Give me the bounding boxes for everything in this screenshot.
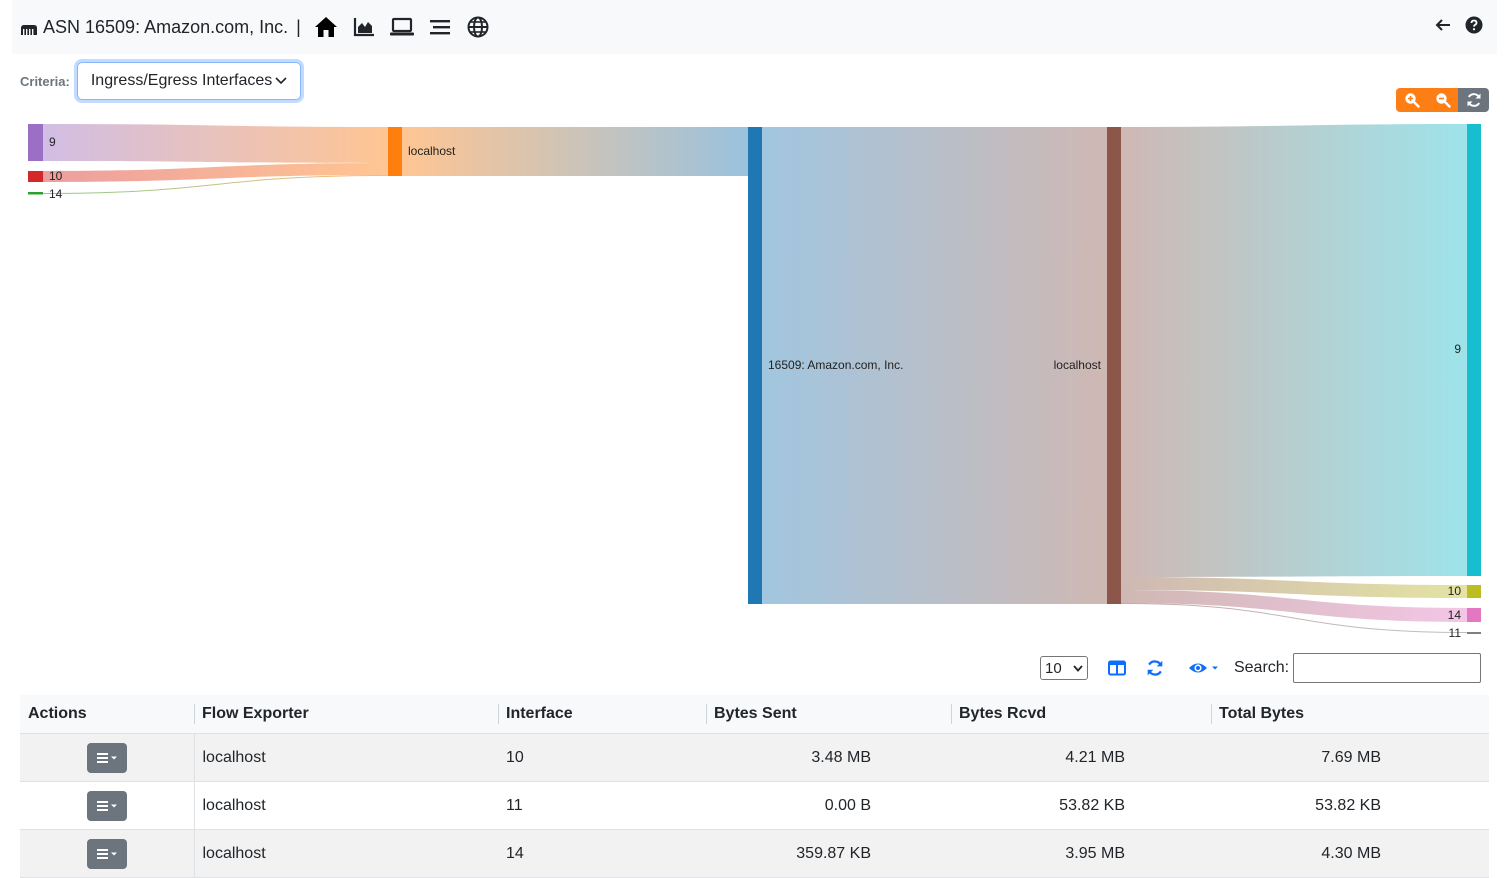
row-actions-button[interactable] (86, 742, 127, 773)
cell-total-bytes: 53.82 KB (1211, 781, 1489, 830)
list-dropdown-icon (96, 848, 117, 859)
table-row: localhost 11 0.00 B 53.82 KB 53.82 KB (20, 781, 1489, 830)
sankey-label-out-9: 9 (1454, 342, 1461, 356)
network-wired-icon (20, 20, 38, 35)
cell-interface: 11 (498, 781, 706, 830)
list-dropdown-icon (96, 752, 117, 763)
chevron-down-icon (275, 72, 287, 90)
zoom-in-button[interactable] (1396, 88, 1427, 112)
arrow-left-icon[interactable] (1435, 17, 1451, 38)
page-length-select[interactable]: 10 (1040, 656, 1088, 680)
zoom-in-icon (1404, 93, 1420, 108)
row-actions-button[interactable] (86, 790, 127, 821)
search-input[interactable] (1293, 653, 1481, 683)
sankey-link (43, 124, 388, 163)
cell-bytes-rcvd: 4.21 MB (951, 733, 1211, 782)
table-header-row: Actions Flow Exporter Interface Bytes Se… (20, 695, 1489, 734)
list-dropdown-icon (96, 800, 117, 811)
home-icon[interactable] (307, 12, 345, 42)
criteria-selected-value: Ingress/Egress Interfaces (90, 72, 273, 89)
chevron-down-icon (1073, 664, 1083, 672)
column-header-actions[interactable]: Actions (20, 695, 194, 734)
sankey-label-out-10: 10 (1448, 584, 1462, 598)
cell-total-bytes: 4.30 MB (1211, 829, 1489, 878)
sankey-node-out-14 (1467, 608, 1481, 622)
sankey-node-asn (748, 127, 762, 604)
sankey-node-in-9 (28, 124, 43, 161)
sankey-diagram: 9 10 14 localhost 16509: Amazon.com, Inc… (28, 124, 1481, 640)
page-length-value: 10 (1045, 659, 1062, 677)
sankey-node-in-10 (28, 171, 43, 182)
question-circle-icon[interactable] (1465, 16, 1483, 39)
cell-bytes-sent: 0.00 B (706, 781, 951, 830)
column-header-bytes-rcvd[interactable]: Bytes Rcvd (951, 695, 1211, 734)
sankey-node-out-10 (1467, 585, 1481, 598)
row-actions-button[interactable] (86, 838, 127, 869)
laptop-icon[interactable] (383, 12, 421, 42)
cell-flow-exporter: localhost (194, 733, 498, 782)
sankey-label-out-14: 14 (1448, 608, 1462, 622)
sankey-node-out-11 (1467, 632, 1481, 634)
brand: ASN 16509: Amazon.com, Inc. | (20, 17, 307, 38)
cell-flow-exporter: localhost (194, 829, 498, 878)
sankey-link (43, 163, 388, 182)
criteria-group: Criteria: Ingress/Egress Interfaces (20, 62, 301, 100)
sankey-node-exporter-right (1107, 127, 1121, 604)
top-navbar: ASN 16509: Amazon.com, Inc. | (12, 0, 1497, 54)
cell-bytes-rcvd: 3.95 MB (951, 829, 1211, 878)
column-header-total-bytes[interactable]: Total Bytes (1211, 695, 1489, 734)
area-chart-icon[interactable] (345, 12, 383, 42)
page-title: ASN 16509: Amazon.com, Inc. (43, 16, 289, 37)
refresh-icon[interactable] (1146, 659, 1164, 677)
globe-icon[interactable] (459, 12, 497, 42)
criteria-select[interactable]: Ingress/Egress Interfaces (76, 62, 301, 100)
sankey-node-exporter-left (388, 127, 402, 176)
flow-exporter-table: Actions Flow Exporter Interface Bytes Se… (20, 695, 1489, 878)
cell-flow-exporter: localhost (194, 781, 498, 830)
column-header-bytes-sent[interactable]: Bytes Sent (706, 695, 951, 734)
sankey-label-in-14: 14 (49, 187, 63, 201)
column-header-interface[interactable]: Interface (498, 695, 706, 734)
reset-icon (1467, 93, 1480, 107)
cell-interface: 10 (498, 733, 706, 782)
columns-icon[interactable] (1107, 660, 1126, 676)
sankey-label-exporter-right: localhost (1054, 358, 1102, 372)
column-header-flow-exporter[interactable]: Flow Exporter (194, 695, 498, 734)
cell-bytes-sent: 3.48 MB (706, 733, 951, 782)
cell-bytes-rcvd: 53.82 KB (951, 781, 1211, 830)
reset-zoom-button[interactable] (1458, 88, 1489, 112)
table-row: localhost 10 3.48 MB 4.21 MB 7.69 MB (20, 733, 1489, 782)
sankey-label-exporter-left: localhost (408, 144, 456, 158)
sankey-link (1121, 124, 1467, 577)
sankey-label-asn: 16509: Amazon.com, Inc. (768, 358, 903, 372)
zoom-controls (1396, 88, 1489, 112)
title-separator: | (296, 16, 301, 37)
eye-icon[interactable] (1188, 660, 1220, 676)
cell-total-bytes: 7.69 MB (1211, 733, 1489, 782)
sankey-label-in-9: 9 (49, 135, 56, 149)
zoom-out-icon (1435, 93, 1451, 108)
table-row: localhost 14 359.87 KB 3.95 MB 4.30 MB (20, 829, 1489, 878)
cell-bytes-sent: 359.87 KB (706, 829, 951, 878)
sankey-label-out-11: 11 (1449, 626, 1462, 640)
table-controls: 10 Search: (1040, 653, 1481, 683)
criteria-label: Criteria: (20, 73, 70, 89)
zoom-out-button[interactable] (1427, 88, 1458, 112)
search-label: Search: (1233, 659, 1290, 676)
list-icon[interactable] (421, 12, 459, 42)
sankey-node-in-14 (28, 192, 43, 195)
sankey-label-in-10: 10 (49, 169, 63, 183)
cell-interface: 14 (498, 829, 706, 878)
sankey-node-out-9 (1467, 124, 1481, 576)
